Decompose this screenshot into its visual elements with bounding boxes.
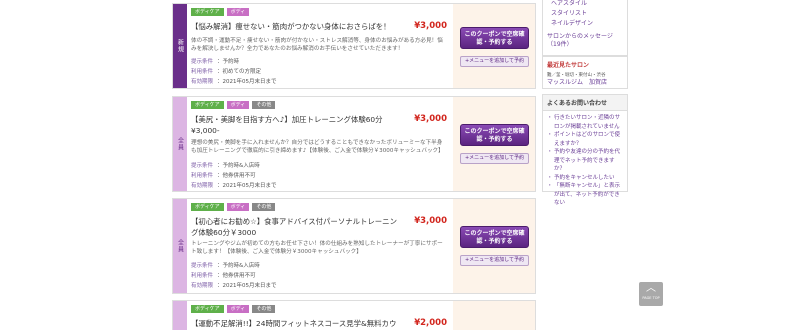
nav-stylist[interactable]: スタイリスト <box>543 9 627 19</box>
coupon-page: 新規 ボディケア ボディ 【悩み解消】痩せない・筋肉がつかない身体におさらばを！… <box>0 0 800 330</box>
add-menu-button[interactable]: +メニューを追加して予約 <box>460 255 529 266</box>
meta-key: 利用条件 <box>191 273 214 279</box>
coupon-item: 全員 ボディケア ボディ その他 【初心者にお勧め☆】食事アドバイス付パーソナル… <box>172 198 536 294</box>
page-top-button[interactable]: ︿ PAGE TOP <box>639 282 663 306</box>
coupon-meta: 提示条件 ：予約時 利用条件 ：初めての方限定 有効期限 ：2021年05月末日まで <box>191 59 277 85</box>
meta-key: 有効期限 <box>191 79 214 85</box>
coupon-meta: 提示条件 ：予約時&入店時 利用条件 ：他券併用不可 有効期限 ：2021年05月末日… <box>191 163 277 189</box>
tag-body: ボディ <box>226 101 250 109</box>
reserve-with-coupon-button[interactable]: このクーポンで空席確認・予約する <box>460 124 529 146</box>
tag-bodycare: ボディケア <box>191 305 224 313</box>
recent-salons-title: 最近見たサロン <box>547 62 590 69</box>
coupon-target-badge: 全員 <box>173 199 187 293</box>
meta-value: 他券併用不可 <box>222 273 256 279</box>
meta-value: 2021年05月末日まで <box>222 183 277 189</box>
faq-item[interactable]: 予約や友達の分の予約を代理でネット予約できますか？ <box>545 148 623 174</box>
coupon-target-badge <box>173 301 187 330</box>
coupon-target-badge: 新規 <box>173 4 187 88</box>
meta-value: 予約時&入店時 <box>222 263 260 269</box>
faq-item[interactable]: ポイントはどのサロンで使えますか？ <box>545 131 623 148</box>
coupon-description: トレーニングやジムが初めての方もお任せ下さい！体の仕組みを熟知したトレーナーが丁… <box>191 241 443 255</box>
faq-item[interactable]: 予約をキャンセルしたい <box>545 174 623 183</box>
meta-value: 2021年05月末日まで <box>222 283 277 289</box>
recent-salon-link[interactable]: マッスルジム 加賀店 <box>543 79 627 87</box>
tag-bodycare: ボディケア <box>191 8 224 16</box>
meta-key: 提示条件 <box>191 263 214 269</box>
tag-bodycare: ボディケア <box>191 203 224 211</box>
reserve-with-coupon-button[interactable]: このクーポンで空席確認・予約する <box>460 27 529 49</box>
page-top-label: PAGE TOP <box>642 296 660 300</box>
meta-value: 予約時 <box>222 59 240 65</box>
faq-item[interactable]: 「無断キャンセル」と表示が出て、ネット予約ができない <box>545 182 623 208</box>
tag-body: ボディ <box>226 8 250 16</box>
coupon-target-badge: 全員 <box>173 97 187 191</box>
nav-salon-messages[interactable]: サロンからのメッセージ（19件） <box>543 32 627 50</box>
coupon-item: 全員 ボディケア ボディ その他 【美尻・美脚を目指す方へ♪】加圧トレーニング体… <box>172 96 536 192</box>
salon-nav-panel: ヘアスタイル スタイリスト ネイルデザイン サロンからのメッセージ（19件） <box>542 0 628 56</box>
recent-salons-panel: 最近見たサロン 難／釜・堀切・東付山・渋谷 マッスルジム 加賀店 <box>542 56 628 89</box>
meta-key: 利用条件 <box>191 69 214 75</box>
coupon-title: 【運動不足解消!!】24時間フィットネスコース見学&無料カウンセリング¥2,00… <box>191 319 397 328</box>
tag-other: その他 <box>252 305 276 313</box>
coupon-item: 新規 ボディケア ボディ 【悩み解消】痩せない・筋肉がつかない身体におさらばを！… <box>172 3 536 89</box>
coupon-description: 体の不調・運動不足・痩せない・筋肉が付かない・ストレス解消等、身体のお悩みがある… <box>191 38 443 52</box>
meta-key: 有効期限 <box>191 283 214 289</box>
meta-key: 提示条件 <box>191 163 214 169</box>
faq-panel: よくあるお問い合わせ 行きたいサロン・近隣のサロンが掲載されていません ポイント… <box>542 94 628 206</box>
tag-body: ボディ <box>226 305 250 313</box>
nav-hairstyle[interactable]: ヘアスタイル <box>543 0 627 9</box>
coupon-description: 理想の美尻・美脚を手に入れませんか？自分ではどうすることもできなかったボリューミ… <box>191 140 444 154</box>
add-menu-button[interactable]: +メニューを追加して予約 <box>460 153 529 164</box>
faq-item[interactable]: 行きたいサロン・近隣のサロンが掲載されていません <box>545 114 623 131</box>
meta-value: 他券併用不可 <box>222 173 256 179</box>
tag-bodycare: ボディケア <box>191 101 224 109</box>
add-menu-button[interactable]: +メニューを追加して予約 <box>460 56 529 67</box>
meta-key: 有効期限 <box>191 183 214 189</box>
reserve-with-coupon-button[interactable]: このクーポンで空席確認・予約する <box>460 226 529 248</box>
faq-title: よくあるお問い合わせ <box>543 95 627 111</box>
coupon-price: ¥3,000 <box>414 21 447 31</box>
nav-nail-design[interactable]: ネイルデザイン <box>543 19 627 29</box>
coupon-title: 【初心者にお勧め☆】食事アドバイス付パーソナルトレーニング体験60分￥3000 <box>191 217 397 237</box>
chevron-up-icon: ︿ <box>646 283 656 294</box>
coupon-meta: 提示条件 ：予約時&入店時 利用条件 ：他券併用不可 有効期限 ：2021年05月末日… <box>191 263 277 289</box>
meta-value: 予約時&入店時 <box>222 163 260 169</box>
meta-key: 利用条件 <box>191 173 214 179</box>
tag-other: その他 <box>252 101 276 109</box>
tag-body: ボディ <box>226 203 250 211</box>
meta-value: 初めての方限定 <box>222 69 262 75</box>
coupon-item: ボディケア ボディ その他 【運動不足解消!!】24時間フィットネスコース見学&… <box>172 300 536 330</box>
coupon-title: 【美尻・美脚を目指す方へ♪】加圧トレーニング体験60分 ¥3,000- <box>191 115 383 135</box>
meta-key: 提示条件 <box>191 59 214 65</box>
meta-value: 2021年05月末日まで <box>222 79 277 85</box>
coupon-price: ¥3,000 <box>414 216 447 226</box>
coupon-title: 【悩み解消】痩せない・筋肉がつかない身体におさらばを！ <box>191 22 391 31</box>
coupon-price: ¥2,000 <box>414 318 447 328</box>
coupon-price: ¥3,000 <box>414 114 447 124</box>
tag-other: その他 <box>252 203 276 211</box>
recent-salon-area: 難／釜・堀切・東付山・渋谷 <box>547 73 606 78</box>
